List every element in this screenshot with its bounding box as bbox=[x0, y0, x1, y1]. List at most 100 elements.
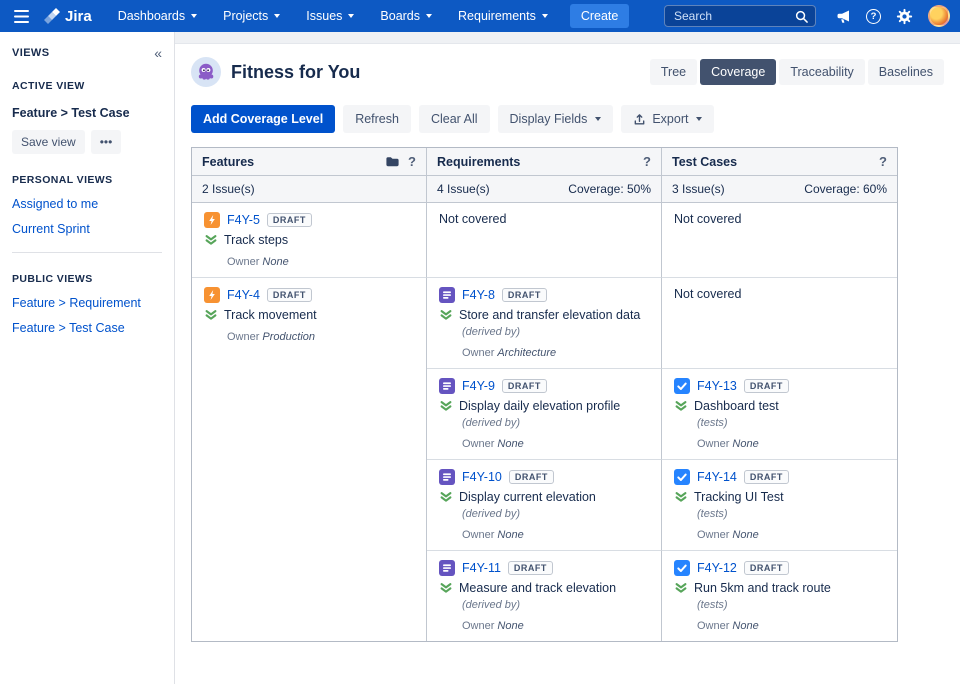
status-badge: DRAFT bbox=[743, 561, 789, 575]
issue-card: F4Y-10 DRAFT Display current elevation (… bbox=[439, 469, 649, 541]
main-content: Fitness for You Tree Coverage Traceabili… bbox=[175, 32, 960, 684]
status-badge: DRAFT bbox=[266, 288, 312, 302]
owner-value: None bbox=[497, 529, 524, 541]
coverage-table: Features ? Requirements ? Test Cases ? 2… bbox=[191, 147, 898, 642]
search-icon bbox=[795, 10, 808, 23]
coverage-toolbar: Add Coverage Level Refresh Clear All Dis… bbox=[175, 99, 960, 145]
priority-lowest-icon bbox=[205, 235, 217, 245]
gear-icon[interactable] bbox=[896, 8, 913, 25]
sidebar-item-feature-test-case[interactable]: Feature > Test Case bbox=[12, 321, 162, 335]
nav-menu-projects[interactable]: Projects bbox=[215, 0, 288, 32]
owner-line: Owner None bbox=[462, 620, 524, 632]
tab-tree[interactable]: Tree bbox=[649, 59, 698, 85]
requirements-count: 4 Issue(s) bbox=[437, 182, 490, 196]
relation-label: (tests) bbox=[697, 417, 728, 429]
owner-line: Owner None bbox=[697, 438, 759, 450]
issue-summary: Display daily elevation profile bbox=[459, 399, 621, 413]
issue-key-link[interactable]: F4Y-14 bbox=[697, 470, 737, 484]
features-count-row: 2 Issue(s) bbox=[192, 176, 427, 203]
issue-key-link[interactable]: F4Y-12 bbox=[697, 561, 737, 575]
status-badge: DRAFT bbox=[743, 470, 789, 484]
active-view-name: Feature > Test Case bbox=[12, 106, 130, 120]
testcases-coverage: Coverage: 60% bbox=[804, 182, 887, 196]
priority-lowest-icon bbox=[440, 583, 452, 593]
priority-lowest-icon bbox=[440, 492, 452, 502]
feature-cell: F4Y-5 DRAFT Track steps Owner None bbox=[192, 203, 427, 278]
feature-type-icon bbox=[204, 212, 220, 228]
chevron-down-icon bbox=[595, 117, 602, 121]
test-type-icon bbox=[674, 378, 690, 394]
clear-all-button[interactable]: Clear All bbox=[418, 105, 490, 133]
public-views-heading: PUBLIC VIEWS bbox=[12, 273, 93, 285]
feature-cell: F4Y-4 DRAFT Track movement Owner Producti… bbox=[192, 278, 427, 641]
status-badge: DRAFT bbox=[507, 561, 553, 575]
testcase-cell-empty: Not covered bbox=[662, 203, 897, 278]
issue-key-link[interactable]: F4Y-13 bbox=[697, 379, 737, 393]
priority-lowest-icon bbox=[440, 401, 452, 411]
help-icon[interactable]: ? bbox=[408, 154, 416, 169]
owner-value: None bbox=[732, 620, 759, 632]
issue-card: F4Y-12 DRAFT Run 5km and track route (te… bbox=[674, 560, 885, 632]
owner-value: None bbox=[732, 438, 759, 450]
test-type-icon bbox=[674, 469, 690, 485]
issue-summary: Store and transfer elevation data bbox=[459, 308, 641, 322]
status-badge: DRAFT bbox=[508, 470, 554, 484]
tab-coverage[interactable]: Coverage bbox=[700, 59, 777, 85]
issue-card: F4Y-4 DRAFT Track movement Owner Producti… bbox=[204, 287, 414, 343]
issue-key-link[interactable]: F4Y-11 bbox=[462, 561, 501, 575]
sidebar-divider bbox=[12, 252, 162, 253]
more-options-button[interactable]: ••• bbox=[90, 130, 122, 154]
collapse-sidebar-button[interactable]: « bbox=[154, 46, 162, 60]
nav-menu-issues[interactable]: Issues bbox=[298, 0, 362, 32]
owner-value: None bbox=[497, 620, 524, 632]
search-box[interactable] bbox=[664, 5, 816, 27]
export-dropdown[interactable]: Export bbox=[621, 105, 715, 133]
tab-traceability[interactable]: Traceability bbox=[779, 59, 865, 85]
personal-views-heading: PERSONAL VIEWS bbox=[12, 174, 113, 186]
display-fields-dropdown[interactable]: Display Fields bbox=[497, 105, 614, 133]
hamburger-menu-icon[interactable] bbox=[10, 9, 33, 23]
active-view-heading: ACTIVE VIEW bbox=[12, 80, 85, 92]
issue-key-link[interactable]: F4Y-9 bbox=[462, 379, 495, 393]
folder-icon[interactable] bbox=[385, 154, 400, 169]
jira-logo-icon bbox=[44, 8, 60, 24]
testcases-count: 3 Issue(s) bbox=[672, 182, 725, 196]
jira-logo[interactable]: Jira bbox=[43, 7, 100, 25]
chevron-down-icon bbox=[348, 14, 355, 18]
issue-key-link[interactable]: F4Y-8 bbox=[462, 288, 495, 302]
chevron-down-icon bbox=[191, 14, 198, 18]
issue-key-link[interactable]: F4Y-4 bbox=[227, 288, 260, 302]
help-icon[interactable]: ? bbox=[643, 154, 651, 169]
help-icon[interactable]: ? bbox=[866, 8, 881, 24]
search-input[interactable] bbox=[672, 8, 789, 24]
sidebar-item-assigned-to-me[interactable]: Assigned to me bbox=[12, 197, 162, 211]
relation-label: (derived by) bbox=[462, 508, 521, 520]
user-avatar[interactable] bbox=[928, 5, 950, 27]
owner-value: None bbox=[732, 529, 759, 541]
nav-menu-boards[interactable]: Boards bbox=[372, 0, 440, 32]
priority-lowest-icon bbox=[205, 310, 217, 320]
owner-line: Owner Architecture bbox=[462, 347, 557, 359]
refresh-button[interactable]: Refresh bbox=[343, 105, 411, 133]
announcement-megaphone-icon[interactable] bbox=[836, 9, 851, 24]
sidebar-item-current-sprint[interactable]: Current Sprint bbox=[12, 222, 162, 236]
priority-lowest-icon bbox=[675, 583, 687, 593]
requirement-cell: F4Y-11 DRAFT Measure and track elevation… bbox=[427, 551, 662, 641]
status-badge: DRAFT bbox=[266, 213, 312, 227]
top-navigation: Jira Dashboards Projects Issues Boards R… bbox=[0, 0, 960, 32]
tab-baselines[interactable]: Baselines bbox=[867, 59, 944, 85]
create-button[interactable]: Create bbox=[569, 4, 630, 28]
sidebar-item-feature-requirement[interactable]: Feature > Requirement bbox=[12, 296, 162, 310]
sidebar-title: VIEWS bbox=[12, 47, 50, 59]
requirements-count-row: 4 Issue(s) Coverage: 50% bbox=[427, 176, 662, 203]
nav-menu-requirements[interactable]: Requirements bbox=[450, 0, 556, 32]
help-icon[interactable]: ? bbox=[879, 154, 887, 169]
save-view-button[interactable]: Save view bbox=[12, 130, 85, 154]
add-coverage-level-button[interactable]: Add Coverage Level bbox=[191, 105, 336, 133]
owner-line: Owner None bbox=[697, 529, 759, 541]
issue-key-link[interactable]: F4Y-5 bbox=[227, 213, 260, 227]
feature-type-icon bbox=[204, 287, 220, 303]
chevron-down-icon bbox=[696, 117, 703, 121]
nav-menu-dashboards[interactable]: Dashboards bbox=[110, 0, 205, 32]
issue-key-link[interactable]: F4Y-10 bbox=[462, 470, 502, 484]
